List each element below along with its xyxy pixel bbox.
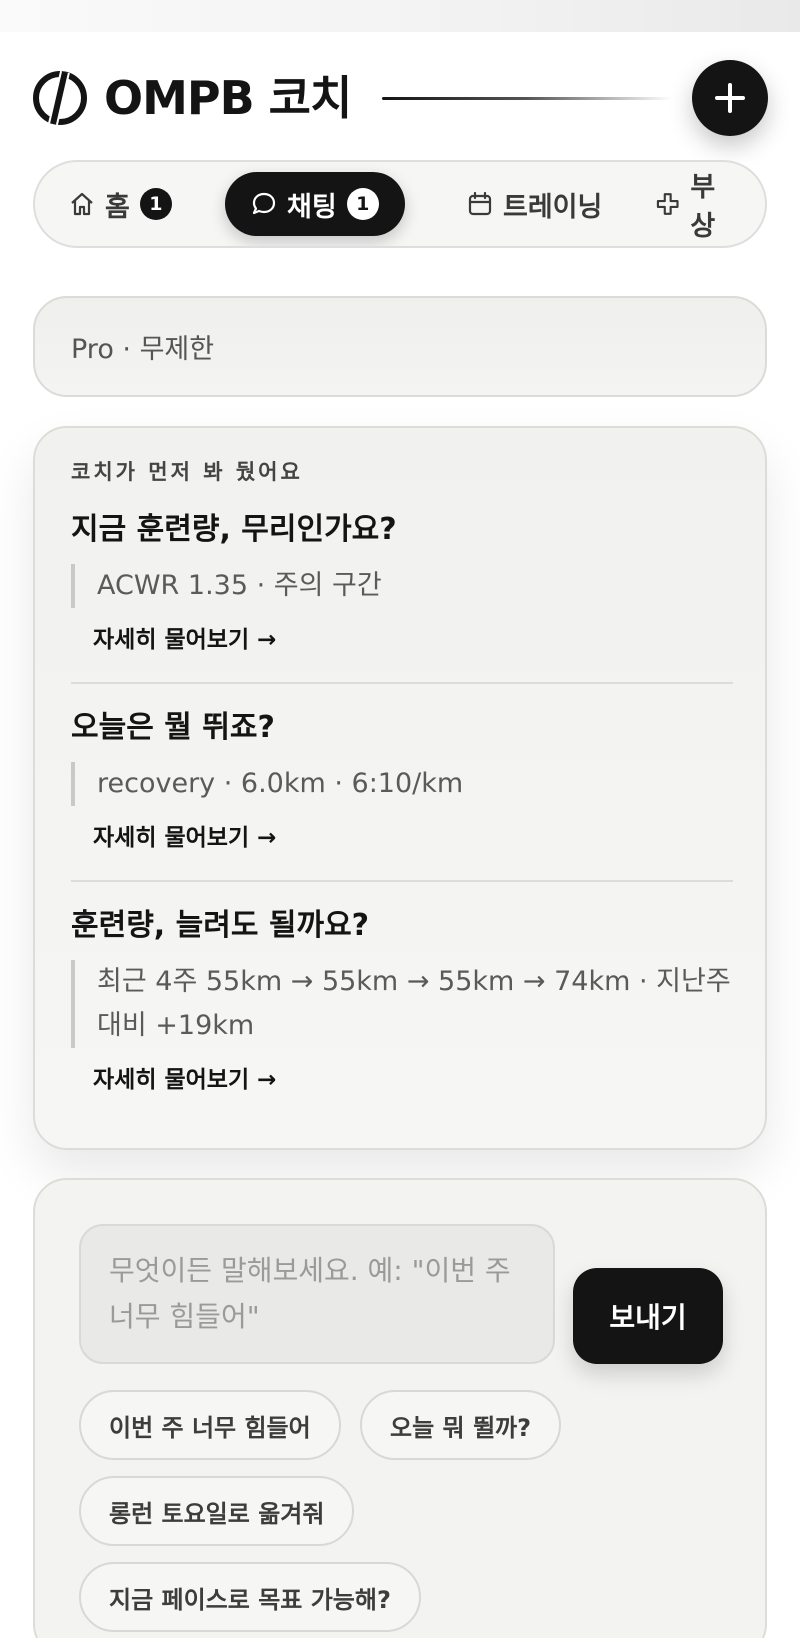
plus-icon (715, 83, 745, 113)
app-brand-title: OMPB 코치 (104, 71, 352, 125)
proactive-label: 코치가 먼저 봐 뒀어요 (71, 460, 303, 484)
medical-cross-icon (656, 193, 679, 215)
chat-bubble-icon (252, 192, 276, 215)
insight-divider (71, 880, 733, 882)
insight-title: 지금 훈련량, 무리인가요? (71, 512, 397, 547)
nav-tab-training[interactable]: 트레이닝 (441, 172, 628, 236)
nav-tab-home[interactable]: 홈 1 (43, 172, 198, 236)
chat-message-input[interactable]: 무엇이든 말해보세요. 예: "이번 주 너무 힘들어" (79, 1224, 555, 1364)
status-strip (0, 0, 800, 32)
insight-divider (71, 682, 733, 684)
insight-detail: 최근 4주 55km → 55km → 55km → 74km · 지난주 대비… (71, 960, 733, 1048)
insight-title: 훈련량, 늘려도 될까요? (71, 908, 370, 943)
insight-detail: ACWR 1.35 · 주의 구간 (71, 564, 733, 608)
suggestion-chip[interactable]: 롱런 토요일로 옮겨줘 (79, 1476, 355, 1546)
nav-tab-chat-badge: 1 (346, 188, 379, 220)
insight-item: 오늘은 뭘 뛰죠? recovery · 6.0km · 6:10/km 자세히… (71, 708, 733, 856)
calendar-icon (468, 191, 492, 216)
nav-tab-injury-label: 부상 (690, 172, 716, 242)
omp-logo-icon (33, 70, 87, 126)
nav-tab-home-label: 홈 (105, 191, 130, 223)
suggestion-chip[interactable]: 이번 주 너무 힘들어 (79, 1390, 341, 1460)
home-icon (71, 192, 93, 216)
insight-item: 지금 훈련량, 무리인가요? ACWR 1.35 · 주의 구간 자세히 물어보… (71, 510, 733, 658)
suggestion-chip[interactable]: 지금 페이스로 목표 가능해? (79, 1562, 421, 1632)
send-button[interactable]: 보내기 (573, 1268, 723, 1364)
nav-tab-injury[interactable]: 부상 (629, 172, 765, 242)
insight-title: 오늘은 뭘 뛰죠? (71, 710, 275, 745)
plan-status-text: Pro · 무제한 (71, 334, 215, 365)
proactive-insights-card: 코치가 먼저 봐 뒀어요 지금 훈련량, 무리인가요? ACWR 1.35 · … (33, 426, 767, 1150)
nav-tab-home-badge: 1 (139, 188, 172, 220)
chat-composer-card: 무엇이든 말해보세요. 예: "이번 주 너무 힘들어" 보내기 이번 주 너무… (33, 1178, 767, 1638)
header-divider-line (382, 97, 672, 100)
nav-tab-chat[interactable]: 채팅 1 (225, 172, 405, 236)
ask-more-link[interactable]: 자세히 물어보기 → (93, 1062, 733, 1098)
suggestion-chip[interactable]: 오늘 뭐 뛸까? (360, 1390, 562, 1460)
main-nav: 홈 1 채팅 1 트레이닝 부상 (33, 160, 767, 248)
plan-status-card: Pro · 무제한 (33, 296, 767, 397)
insight-detail: recovery · 6.0km · 6:10/km (71, 762, 733, 806)
nav-tab-training-label: 트레이닝 (503, 191, 603, 223)
insight-item: 훈련량, 늘려도 될까요? 최근 4주 55km → 55km → 55km →… (71, 906, 733, 1098)
ask-more-link[interactable]: 자세히 물어보기 → (93, 820, 733, 856)
ask-more-link[interactable]: 자세히 물어보기 → (93, 622, 733, 658)
add-button[interactable] (692, 60, 768, 136)
nav-tab-chat-label: 채팅 (287, 191, 337, 223)
